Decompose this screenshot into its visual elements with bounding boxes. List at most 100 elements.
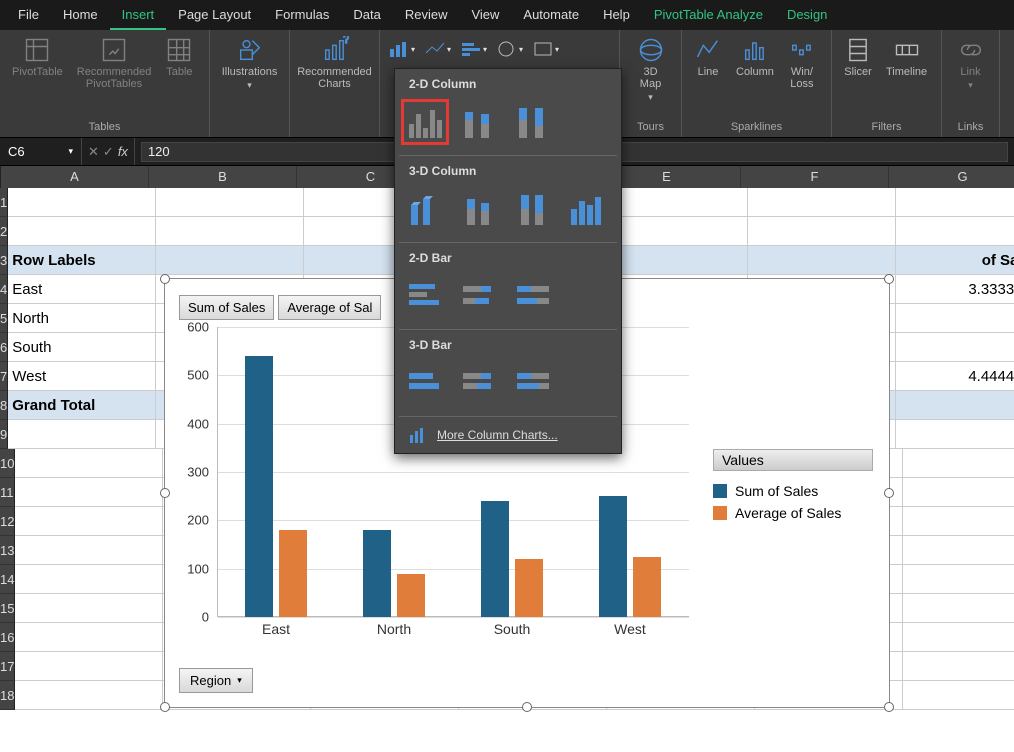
col-header-B[interactable]: B bbox=[149, 166, 297, 188]
100-stacked-column-option[interactable] bbox=[509, 99, 557, 145]
row-header[interactable]: 10 bbox=[0, 449, 15, 478]
maps-dropdown[interactable]: ▾ bbox=[496, 40, 524, 58]
cell[interactable] bbox=[156, 188, 304, 217]
cell[interactable] bbox=[156, 217, 304, 246]
table-button[interactable]: Table bbox=[161, 34, 197, 80]
fx-icon[interactable]: fx bbox=[118, 144, 128, 159]
cell[interactable] bbox=[15, 449, 163, 478]
cell[interactable] bbox=[15, 652, 163, 681]
bar[interactable] bbox=[363, 530, 391, 617]
cell[interactable]: of Sales bbox=[896, 246, 1014, 275]
cell[interactable] bbox=[600, 188, 748, 217]
cell[interactable] bbox=[748, 188, 896, 217]
cell[interactable] bbox=[903, 507, 1014, 536]
row-header[interactable]: 13 bbox=[0, 536, 15, 565]
menu-data[interactable]: Data bbox=[341, 0, 392, 30]
3d-clustered-bar-option[interactable] bbox=[401, 360, 449, 406]
cancel-formula-icon[interactable]: ✕ bbox=[88, 144, 99, 160]
cell[interactable] bbox=[903, 681, 1014, 710]
illustrations-button[interactable]: Illustrations▾ bbox=[218, 34, 281, 93]
stacked-column-option[interactable] bbox=[455, 99, 503, 145]
3d-map-button[interactable]: 3D Map▾ bbox=[628, 34, 673, 105]
cell[interactable] bbox=[903, 652, 1014, 681]
row-header[interactable]: 14 bbox=[0, 565, 15, 594]
cell[interactable] bbox=[15, 507, 163, 536]
col-header-F[interactable]: F bbox=[741, 166, 889, 188]
menu-view[interactable]: View bbox=[459, 0, 511, 30]
row-header[interactable]: 2 bbox=[0, 217, 8, 246]
menu-file[interactable]: File bbox=[6, 0, 51, 30]
cell[interactable]: 160 bbox=[896, 304, 1014, 333]
enter-formula-icon[interactable]: ✓ bbox=[103, 144, 114, 160]
3d-column-option[interactable] bbox=[563, 186, 611, 232]
cell[interactable]: 110 bbox=[896, 333, 1014, 362]
link-button[interactable]: Link▾ bbox=[950, 34, 991, 93]
clustered-bar-option[interactable] bbox=[401, 273, 449, 319]
cell[interactable] bbox=[15, 478, 163, 507]
row-header[interactable]: 6 bbox=[0, 333, 8, 362]
bar[interactable] bbox=[515, 559, 543, 617]
cell[interactable] bbox=[896, 420, 1014, 449]
chart-field-button-avg[interactable]: Average of Sal bbox=[278, 295, 381, 320]
bar[interactable] bbox=[279, 530, 307, 617]
line-chart-dropdown[interactable]: ▾ bbox=[424, 40, 452, 58]
row-header[interactable]: 16 bbox=[0, 623, 15, 652]
cell[interactable] bbox=[903, 478, 1014, 507]
row-header[interactable]: 12 bbox=[0, 507, 15, 536]
resize-handle[interactable] bbox=[884, 488, 894, 498]
cell[interactable]: North bbox=[8, 304, 156, 333]
bar[interactable] bbox=[397, 574, 425, 618]
name-box[interactable]: C6▾ bbox=[0, 138, 82, 165]
menu-help[interactable]: Help bbox=[591, 0, 642, 30]
clustered-column-option[interactable] bbox=[401, 99, 449, 145]
3d-stacked-bar-option[interactable] bbox=[455, 360, 503, 406]
row-header[interactable]: 3 bbox=[0, 246, 8, 275]
row-header[interactable]: 15 bbox=[0, 594, 15, 623]
cell[interactable] bbox=[15, 594, 163, 623]
cell[interactable] bbox=[8, 217, 156, 246]
row-header[interactable]: 1 bbox=[0, 188, 8, 217]
cell[interactable] bbox=[896, 188, 1014, 217]
cell[interactable] bbox=[156, 246, 304, 275]
slicer-button[interactable]: Slicer bbox=[840, 34, 876, 80]
3d-clustered-column-option[interactable] bbox=[401, 186, 449, 232]
cell[interactable] bbox=[903, 449, 1014, 478]
row-header[interactable]: 17 bbox=[0, 652, 15, 681]
row-header[interactable]: 4 bbox=[0, 275, 8, 304]
cell[interactable] bbox=[600, 246, 748, 275]
resize-handle[interactable] bbox=[160, 702, 170, 712]
cell[interactable] bbox=[8, 188, 156, 217]
cell[interactable]: East bbox=[8, 275, 156, 304]
menu-review[interactable]: Review bbox=[393, 0, 460, 30]
resize-handle[interactable] bbox=[160, 488, 170, 498]
menu-automate[interactable]: Automate bbox=[511, 0, 591, 30]
bar[interactable] bbox=[245, 356, 273, 617]
cell[interactable]: Grand Total bbox=[8, 391, 156, 420]
recommended-pivottables-button[interactable]: Recommended PivotTables bbox=[73, 34, 156, 92]
row-header[interactable]: 7 bbox=[0, 362, 8, 391]
timeline-button[interactable]: Timeline bbox=[882, 34, 931, 80]
row-header[interactable]: 8 bbox=[0, 391, 8, 420]
row-header[interactable]: 5 bbox=[0, 304, 8, 333]
menu-page-layout[interactable]: Page Layout bbox=[166, 0, 263, 30]
menu-pivottable-analyze[interactable]: PivotTable Analyze bbox=[642, 0, 775, 30]
cell[interactable] bbox=[15, 536, 163, 565]
cell[interactable] bbox=[903, 536, 1014, 565]
cell[interactable] bbox=[903, 623, 1014, 652]
more-column-charts[interactable]: More Column Charts... bbox=[395, 417, 621, 453]
recommended-charts-button[interactable]: ? Recommended Charts bbox=[298, 34, 371, 92]
3d-100-stacked-column-option[interactable] bbox=[509, 186, 557, 232]
chart-field-button-sum[interactable]: Sum of Sales bbox=[179, 295, 274, 320]
sparkline-column-button[interactable]: Column bbox=[732, 34, 778, 80]
100-stacked-bar-option[interactable] bbox=[509, 273, 557, 319]
cell[interactable] bbox=[8, 420, 156, 449]
cell[interactable]: West bbox=[8, 362, 156, 391]
3d-stacked-column-option[interactable] bbox=[455, 186, 503, 232]
sparkline-line-button[interactable]: Line bbox=[690, 34, 726, 80]
stacked-bar-option[interactable] bbox=[455, 273, 503, 319]
cell[interactable] bbox=[903, 565, 1014, 594]
pivotchart-dropdown[interactable]: ▾ bbox=[532, 40, 560, 58]
cell[interactable] bbox=[896, 217, 1014, 246]
row-header[interactable]: 9 bbox=[0, 420, 8, 449]
cell[interactable] bbox=[600, 217, 748, 246]
